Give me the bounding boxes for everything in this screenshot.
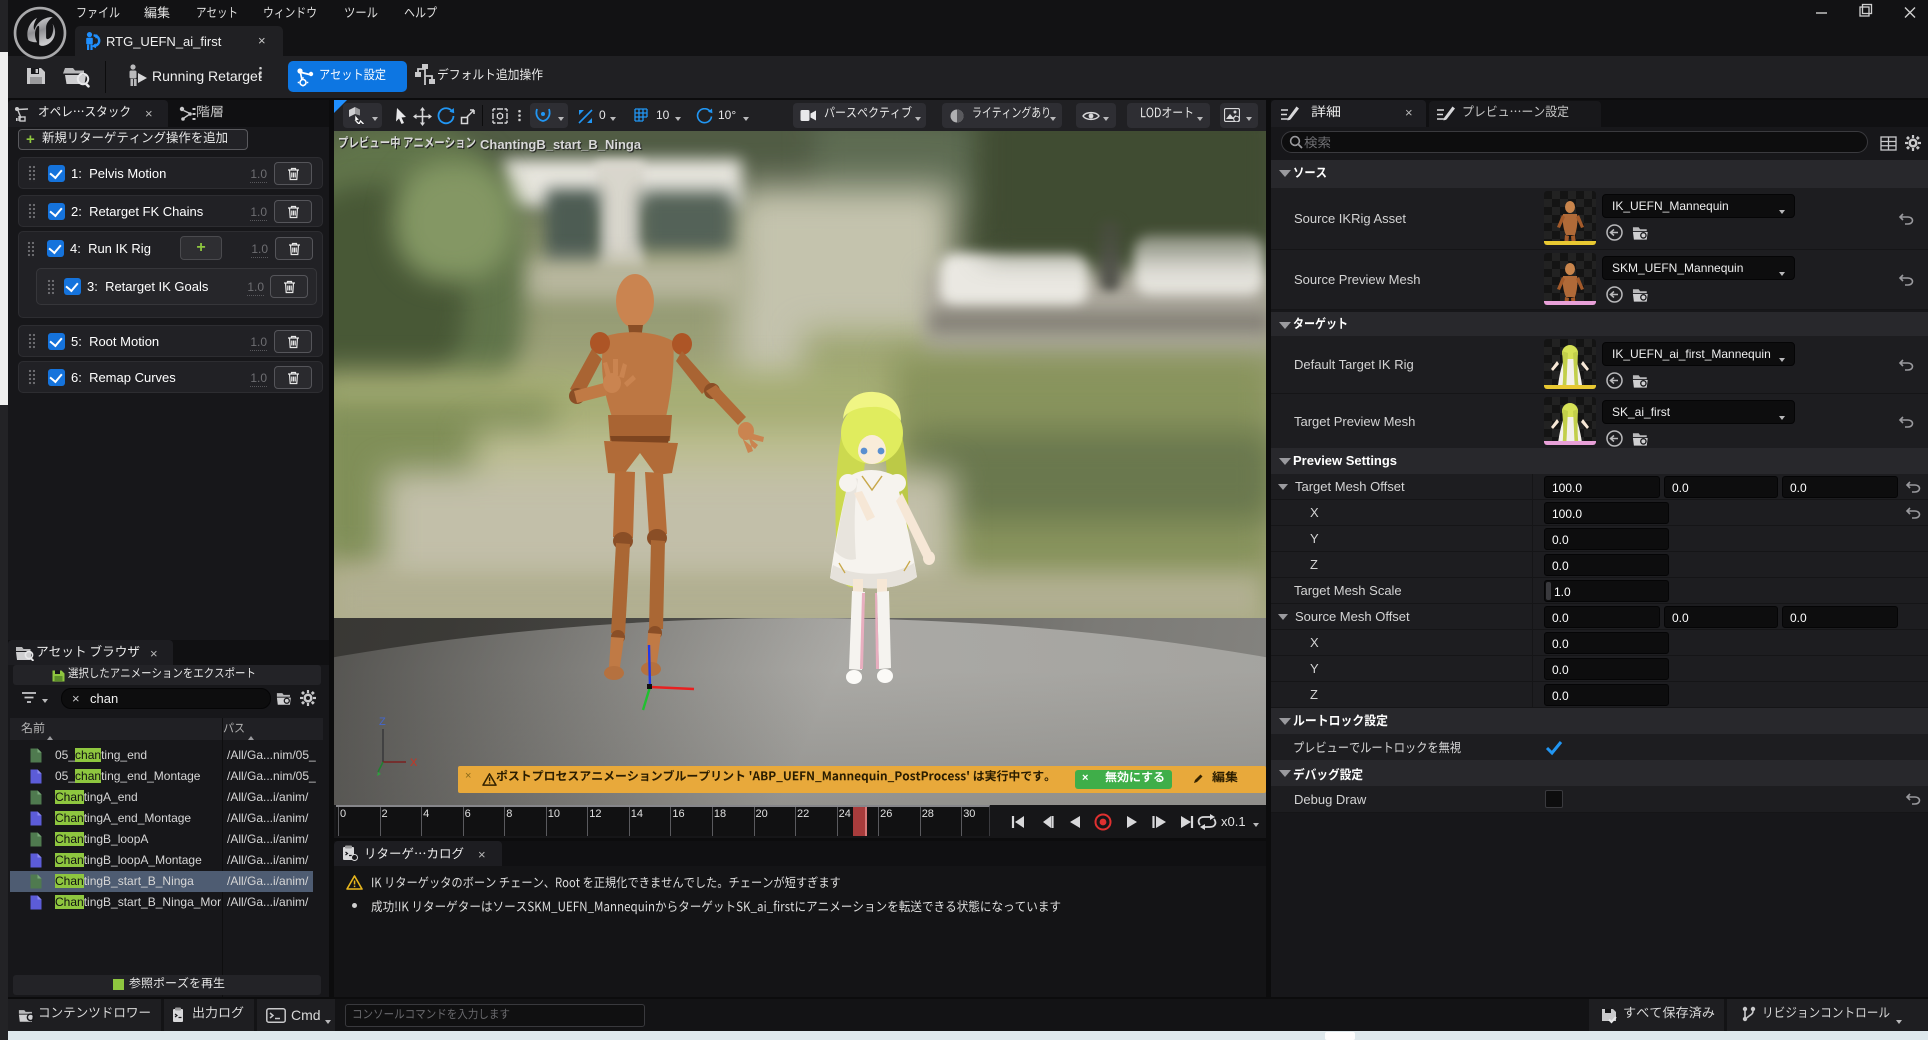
svg-text:X: X [410, 757, 418, 769]
svg-text:Z: Z [379, 716, 386, 728]
